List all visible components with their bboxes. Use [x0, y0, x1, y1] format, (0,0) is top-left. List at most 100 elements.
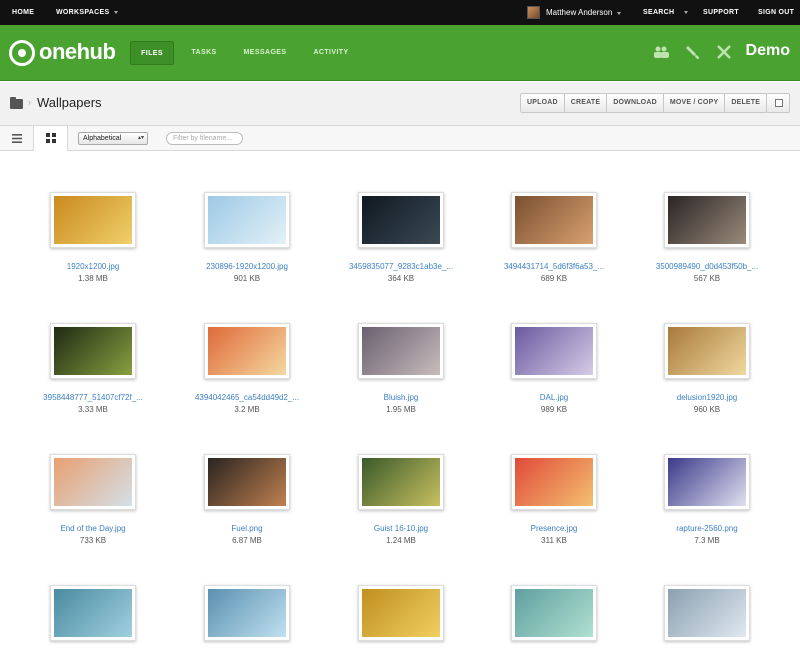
users-icon[interactable]	[652, 43, 670, 61]
workspaces-menu[interactable]: WORKSPACES	[56, 0, 119, 25]
file-name-link[interactable]: Fuel.png	[172, 524, 322, 533]
file-name-link[interactable]: 3958448777_51407cf72f_...	[18, 393, 168, 402]
file-tile[interactable]: End of the Day.jpg 733 KB	[18, 454, 168, 545]
file-tile[interactable]	[479, 585, 629, 655]
download-button[interactable]: DOWNLOAD	[607, 94, 664, 112]
folder-icon[interactable]	[10, 97, 23, 109]
file-thumbnail[interactable]	[204, 454, 290, 510]
file-tile[interactable]: Bluish.jpg 1.95 MB	[326, 323, 476, 414]
app-logo[interactable]: onehub	[39, 39, 116, 65]
file-name-link[interactable]: 3494431714_5d6f3f6a53_...	[479, 262, 629, 271]
upload-button[interactable]: UPLOAD	[521, 94, 565, 112]
list-icon	[11, 133, 22, 143]
avatar[interactable]	[527, 6, 540, 19]
list-view-button[interactable]	[0, 126, 34, 151]
move-copy-button[interactable]: MOVE / COPY	[664, 94, 726, 112]
file-thumbnail[interactable]	[511, 192, 597, 248]
file-tile[interactable]: 4394042465_ca54dd49d2_... 3.2 MB	[172, 323, 322, 414]
grid-view-button[interactable]	[34, 126, 68, 151]
workspace-name: Demo	[745, 42, 790, 59]
file-thumbnail[interactable]	[204, 192, 290, 248]
file-thumbnail[interactable]	[511, 323, 597, 379]
filter-input[interactable]: Filter by filename...	[166, 132, 243, 145]
file-tile[interactable]: 3500989490_d0d453f50b_... 567 KB	[632, 192, 782, 283]
thumbnail-image	[54, 589, 132, 637]
file-name-link[interactable]: 4394042465_ca54dd49d2_...	[172, 393, 322, 402]
file-thumbnail[interactable]	[358, 585, 444, 641]
file-tile[interactable]: Fuel.png 6.87 MB	[172, 454, 322, 545]
tab-tasks[interactable]: TASKS	[186, 41, 222, 65]
file-size: 733 KB	[79, 536, 107, 545]
file-thumbnail[interactable]	[358, 454, 444, 510]
brush-icon[interactable]	[684, 43, 702, 61]
file-tile[interactable]	[172, 585, 322, 655]
workspaces-label: WORKSPACES	[56, 9, 110, 16]
delete-button[interactable]: DELETE	[725, 94, 766, 112]
file-name-link[interactable]: DAL.jpg	[479, 393, 629, 402]
file-size: 567 KB	[693, 274, 721, 283]
file-name-link[interactable]: Presence.jpg	[479, 524, 629, 533]
file-name-link[interactable]: 3500989490_d0d453f50b_...	[632, 262, 782, 271]
tab-activity[interactable]: ACTIVITY	[308, 41, 354, 65]
file-thumbnail[interactable]	[664, 192, 750, 248]
file-tile[interactable]: delusion1920.jpg 960 KB	[632, 323, 782, 414]
file-name-link[interactable]: 3459835077_9283c1ab3e_...	[326, 262, 476, 271]
select-all-button[interactable]	[766, 93, 790, 113]
sort-select[interactable]: Alphabetical ▴▾	[78, 132, 148, 145]
file-name-link[interactable]: rapture-2560.png	[632, 524, 782, 533]
user-menu[interactable]: Matthew Anderson	[546, 0, 622, 25]
file-tile[interactable]: 3494431714_5d6f3f6a53_... 689 KB	[479, 192, 629, 283]
file-tile[interactable]: DAL.jpg 989 KB	[479, 323, 629, 414]
file-name-link[interactable]: End of the Day.jpg	[18, 524, 168, 533]
file-thumbnail[interactable]	[511, 585, 597, 641]
file-thumbnail[interactable]	[204, 585, 290, 641]
file-tile[interactable]: Presence.jpg 311 KB	[479, 454, 629, 545]
file-thumbnail[interactable]	[358, 192, 444, 248]
file-tile[interactable]	[632, 585, 782, 655]
file-size: 1.24 MB	[386, 536, 416, 545]
file-tile[interactable]: rapture-2560.png 7.3 MB	[632, 454, 782, 545]
file-tile[interactable]: 3958448777_51407cf72f_... 3.33 MB	[18, 323, 168, 414]
file-name-link[interactable]: 230896-1920x1200.jpg	[172, 262, 322, 271]
file-size: 901 KB	[233, 274, 261, 283]
file-tile[interactable]: 3459835077_9283c1ab3e_... 364 KB	[326, 192, 476, 283]
tools-icon[interactable]	[715, 43, 733, 61]
file-size: 689 KB	[540, 274, 568, 283]
file-tile[interactable]: 230896-1920x1200.jpg 901 KB	[172, 192, 322, 283]
file-name-link[interactable]: 1920x1200.jpg	[18, 262, 168, 271]
thumbnail-image	[54, 196, 132, 244]
thumbnail-image	[515, 196, 593, 244]
file-thumbnail[interactable]	[50, 585, 136, 641]
file-thumbnail[interactable]	[358, 323, 444, 379]
file-size: 311 KB	[541, 536, 567, 545]
file-name-link[interactable]: delusion1920.jpg	[632, 393, 782, 402]
file-name-link[interactable]: Guist 16-10.jpg	[326, 524, 476, 533]
thumbnail-image	[668, 196, 746, 244]
file-tile[interactable]: 1920x1200.jpg 1.38 MB	[18, 192, 168, 283]
file-thumbnail[interactable]	[511, 454, 597, 510]
search-label: SEARCH	[643, 9, 675, 16]
create-button[interactable]: CREATE	[565, 94, 608, 112]
home-link[interactable]: HOME	[12, 0, 34, 25]
sign-out-link[interactable]: SIGN OUT	[758, 0, 794, 25]
file-name-link[interactable]: Bluish.jpg	[326, 393, 476, 402]
file-tile[interactable]	[18, 585, 168, 655]
search-menu[interactable]: SEARCH	[643, 0, 689, 25]
thumbnail-image	[208, 196, 286, 244]
file-size: 1.95 MB	[386, 405, 416, 414]
file-tile[interactable]	[326, 585, 476, 655]
file-thumbnail[interactable]	[664, 585, 750, 641]
file-thumbnail[interactable]	[204, 323, 290, 379]
tab-messages[interactable]: MESSAGES	[240, 41, 290, 65]
file-thumbnail[interactable]	[50, 454, 136, 510]
file-thumbnail[interactable]	[664, 323, 750, 379]
tab-files[interactable]: FILES	[130, 41, 174, 65]
onehub-logo-icon[interactable]	[9, 40, 35, 66]
file-thumbnail[interactable]	[50, 192, 136, 248]
support-link[interactable]: SUPPORT	[703, 0, 739, 25]
sort-value: Alphabetical	[83, 135, 122, 142]
file-thumbnail[interactable]	[664, 454, 750, 510]
file-tile[interactable]: Guist 16-10.jpg 1.24 MB	[326, 454, 476, 545]
thumbnail-image	[208, 327, 286, 375]
file-thumbnail[interactable]	[50, 323, 136, 379]
